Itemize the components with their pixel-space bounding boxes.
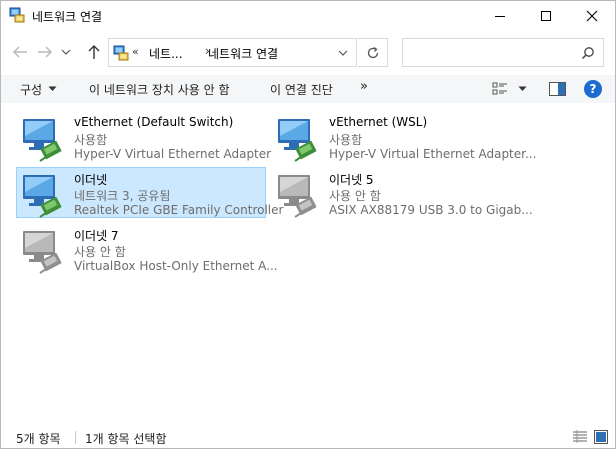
status-bar: 5개 항목 1개 항목 선택함 — [1, 425, 615, 449]
up-button[interactable] — [83, 41, 105, 63]
close-icon — [586, 10, 598, 22]
item-count: 5개 항목 — [16, 432, 61, 446]
connections-list: vEthernet (Default Switch) 사용함 Hyper-V V… — [1, 105, 615, 423]
chevron-down-icon — [61, 49, 71, 55]
connection-status: 사용 안 함 — [329, 189, 381, 203]
connection-status: 사용함 — [329, 133, 363, 147]
network-adapter-icon — [278, 175, 317, 218]
arrow-left-icon — [13, 46, 27, 58]
breadcrumb-current[interactable]: 네트워크 연결 — [208, 45, 278, 62]
details-view-icon[interactable] — [572, 430, 588, 444]
caret-down-icon[interactable] — [48, 86, 57, 92]
connection-item[interactable]: vEthernet (WSL) 사용함 Hyper-V Virtual Ethe… — [272, 112, 536, 163]
back-button[interactable] — [9, 41, 31, 63]
connection-item[interactable]: vEthernet (Default Switch) 사용함 Hyper-V V… — [17, 112, 271, 163]
forward-button[interactable] — [34, 41, 56, 63]
connection-status: 사용 안 함 — [74, 245, 126, 259]
maximize-button[interactable] — [523, 1, 569, 31]
minimize-icon — [495, 16, 505, 17]
network-connections-icon — [113, 45, 129, 61]
network-connections-window: 네트워크 연결 « 네트... › 네트워크 연결 구성 이 네트워크 장치 사… — [0, 0, 616, 449]
help-button[interactable]: ? — [584, 80, 602, 98]
connection-device: VirtualBox Host-Only Ethernet A... — [74, 259, 278, 273]
network-adapter-icon — [23, 231, 62, 274]
navigation-bar: « 네트... › 네트워크 연결 — [1, 35, 615, 69]
connection-name: vEthernet (Default Switch) — [74, 115, 234, 129]
network-adapter-icon — [23, 119, 62, 162]
close-button[interactable] — [569, 1, 615, 31]
connection-item[interactable]: 이더넷 5 사용 안 함 ASIX AX88179 USB 3.0 to Gig… — [272, 168, 533, 219]
preview-pane-icon[interactable] — [549, 82, 566, 96]
caret-down-icon[interactable] — [518, 86, 527, 92]
breadcrumb-item[interactable]: 네트... — [149, 45, 183, 62]
recent-locations-button[interactable] — [59, 41, 73, 63]
change-view-icon[interactable] — [492, 81, 508, 97]
connection-device: Hyper-V Virtual Ethernet Adapter — [74, 147, 272, 161]
network-connections-icon — [9, 7, 25, 23]
selected-count: 1개 항목 선택함 — [85, 432, 167, 446]
arrow-right-icon — [38, 46, 52, 58]
connection-name: 이더넷 — [74, 173, 108, 187]
network-adapter-icon — [23, 175, 62, 218]
connection-name: vEthernet (WSL) — [329, 115, 428, 129]
address-bar[interactable]: « 네트... › 네트워크 연결 — [108, 38, 357, 67]
connection-device: Realtek PCIe GBE Family Controller — [74, 203, 284, 217]
search-icon — [581, 47, 594, 60]
connection-name: 이더넷 7 — [74, 229, 119, 243]
organize-menu-button[interactable]: 구성 — [20, 81, 42, 98]
more-commands-button[interactable]: » — [360, 79, 368, 94]
breadcrumb-overflow[interactable]: « — [132, 45, 139, 58]
connection-status: 네트워크 3, 공유됨 — [74, 189, 171, 203]
maximize-icon — [541, 11, 551, 21]
disable-device-button[interactable]: 이 네트워크 장치 사용 안 함 — [89, 81, 230, 98]
diagnose-connection-button[interactable]: 이 연결 진단 — [270, 81, 333, 98]
command-bar: 구성 이 네트워크 장치 사용 안 함 이 연결 진단 » ? — [1, 75, 615, 103]
title-bar: 네트워크 연결 — [1, 1, 615, 31]
chevron-down-icon — [338, 50, 348, 56]
connection-device: ASIX AX88179 USB 3.0 to Gigab... — [329, 203, 533, 217]
connection-device: Hyper-V Virtual Ethernet Adapter... — [329, 147, 537, 161]
refresh-icon — [367, 46, 378, 58]
status-divider — [75, 431, 76, 444]
window-title: 네트워크 연결 — [32, 10, 103, 24]
arrow-up-icon — [88, 45, 100, 59]
connection-name: 이더넷 5 — [329, 173, 374, 187]
connection-item[interactable]: 이더넷 7 사용 안 함 VirtualBox Host-Only Ethern… — [17, 224, 278, 275]
minimize-button[interactable] — [477, 1, 523, 31]
large-icons-view-icon[interactable] — [594, 430, 608, 444]
refresh-button[interactable] — [358, 38, 388, 67]
connection-status: 사용함 — [74, 133, 108, 147]
address-dropdown-button[interactable] — [335, 45, 351, 61]
connection-item[interactable]: 이더넷 네트워크 3, 공유됨 Realtek PCIe GBE Family … — [16, 167, 283, 218]
search-input[interactable] — [402, 38, 604, 67]
network-adapter-icon — [278, 119, 317, 162]
